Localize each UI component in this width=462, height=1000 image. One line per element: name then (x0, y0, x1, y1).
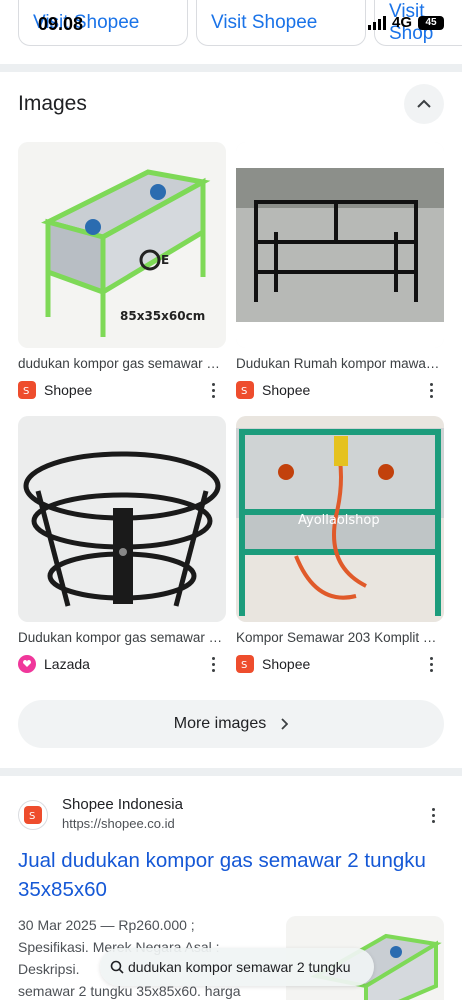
image-card-2[interactable]: Dudukan Rumah kompor mawar besi S Shopee (236, 142, 444, 399)
source-name: Shopee (262, 382, 311, 398)
image-caption[interactable]: Dudukan kompor gas semawar bulat (18, 630, 223, 645)
source-name: Shopee (262, 656, 311, 672)
visit-shopee-button-2[interactable]: Visit Shopee (196, 0, 366, 46)
result-url[interactable]: https://shopee.co.id (62, 816, 175, 831)
result-more-options-icon[interactable] (432, 808, 436, 823)
shopee-icon: S (236, 655, 254, 673)
search-query-pill[interactable]: dudukan kompor semawar 2 tungku (100, 948, 374, 986)
svg-text:S: S (29, 811, 35, 821)
image-thumbnail[interactable]: E 85x35x60cm (18, 142, 226, 348)
battery-level: 45 (425, 17, 437, 28)
top-bar: Visit Shopee Visit Shopee Visit Shop 09.… (0, 0, 462, 56)
svg-text:S: S (241, 660, 247, 670)
chevron-right-icon (281, 718, 289, 730)
snippet-line: 30 Mar 2025 — Rp260.000 ; (18, 917, 195, 933)
image-caption[interactable]: dudukan kompor gas semawar 2 tungku 35x8… (18, 356, 223, 371)
image-source: Lazada (18, 655, 226, 673)
status-indicators: 4G 45 (367, 14, 444, 31)
more-options-icon[interactable] (430, 383, 434, 398)
image-caption[interactable]: Kompor Semawar 203 Komplit 2 tungku (236, 630, 441, 645)
stove-stand-image: Ayollaolshop (236, 416, 444, 622)
chevron-up-icon (417, 99, 431, 108)
network-type: 4G (391, 14, 412, 31)
shopee-icon: S (24, 806, 42, 824)
image-caption[interactable]: Dudukan Rumah kompor mawar besi (236, 356, 441, 371)
result-site-name[interactable]: Shopee Indonesia (62, 796, 183, 813)
source-name: Shopee (44, 382, 93, 398)
result-title-link[interactable]: Jual dudukan kompor gas semawar 2 tungku… (18, 846, 438, 904)
battery-icon: 45 (418, 15, 444, 30)
section-divider (0, 768, 462, 776)
source-name: Lazada (44, 656, 90, 672)
image-source: S Shopee (18, 381, 226, 399)
shopee-icon: S (236, 381, 254, 399)
more-options-icon[interactable] (430, 657, 434, 672)
svg-text:E: E (161, 253, 169, 267)
image-thumbnail[interactable] (18, 416, 226, 622)
image-source: S Shopee (236, 655, 444, 673)
section-divider (0, 64, 462, 72)
visit-button-label: Visit Shopee (211, 11, 318, 33)
image-thumbnail[interactable] (236, 142, 444, 348)
more-images-button[interactable]: More images (18, 700, 444, 748)
image-card-3[interactable]: Dudukan kompor gas semawar bulat Lazada (18, 416, 226, 673)
collapse-button[interactable] (404, 84, 444, 124)
status-time: 09.08 (38, 14, 84, 34)
search-query-text: dudukan kompor semawar 2 tungku (128, 959, 351, 975)
signal-icon (367, 15, 386, 30)
site-favicon[interactable]: S (18, 800, 48, 830)
more-options-icon[interactable] (212, 383, 216, 398)
shopee-icon: S (18, 381, 36, 399)
stove-stand-image: E 85x35x60cm (18, 142, 226, 348)
more-options-icon[interactable] (212, 657, 216, 672)
more-images-label: More images (173, 715, 267, 732)
search-icon (110, 960, 124, 974)
image-card-1[interactable]: E 85x35x60cm dudukan kompor gas semawar … (18, 142, 226, 399)
svg-text:S: S (23, 386, 29, 396)
stove-stand-image (236, 142, 444, 348)
image-card-4[interactable]: Ayollaolshop Kompor Semawar 203 Komplit … (236, 416, 444, 673)
lazada-icon (18, 655, 36, 673)
image-overlay-text: Ayollaolshop (298, 513, 380, 528)
svg-text:S: S (241, 386, 247, 396)
image-thumbnail[interactable]: Ayollaolshop (236, 416, 444, 622)
images-section-title: Images (18, 92, 87, 115)
image-source: S Shopee (236, 381, 444, 399)
round-stove-stand-image (18, 416, 226, 622)
image-overlay-text: 85x35x60cm (120, 309, 205, 323)
